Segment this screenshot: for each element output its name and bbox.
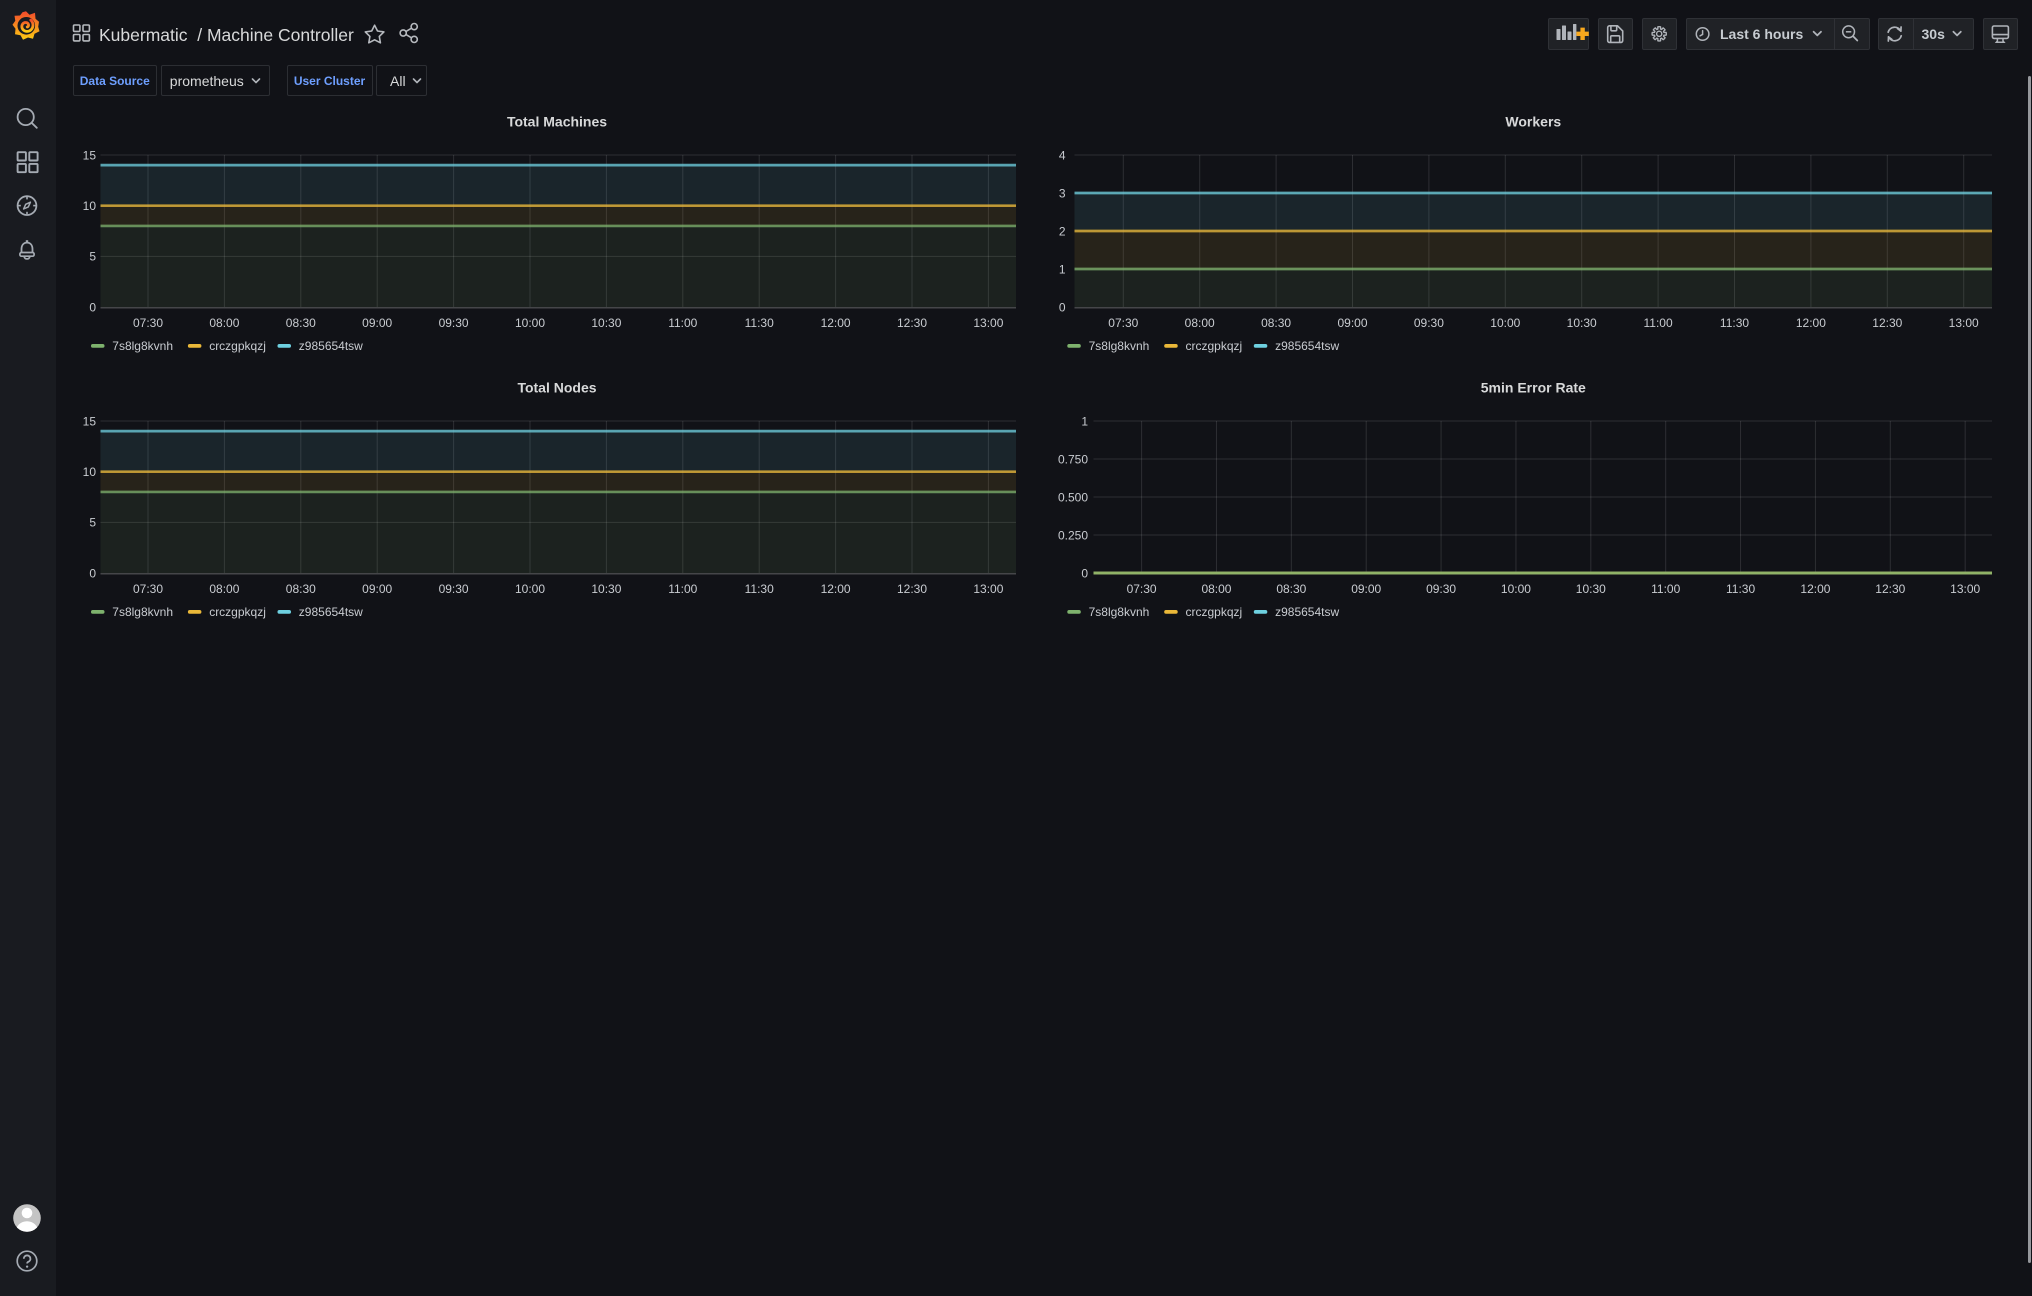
svg-text:1: 1 [1059, 262, 1066, 276]
svg-text:11:00: 11:00 [668, 582, 697, 596]
svg-text:07:30: 07:30 [133, 316, 163, 330]
svg-text:08:00: 08:00 [1201, 582, 1231, 596]
svg-text:0.500: 0.500 [1058, 490, 1088, 504]
svg-text:crczgpkqzj: crczgpkqzj [1186, 605, 1243, 619]
svg-text:13:00: 13:00 [1950, 582, 1980, 596]
svg-text:11:30: 11:30 [745, 316, 774, 330]
svg-text:7s8lg8kvnh: 7s8lg8kvnh [112, 605, 173, 619]
svg-text:7s8lg8kvnh: 7s8lg8kvnh [1089, 339, 1150, 353]
svg-text:12:30: 12:30 [897, 582, 927, 596]
svg-text:11:30: 11:30 [1720, 316, 1749, 330]
svg-text:10:00: 10:00 [1501, 582, 1531, 596]
svg-text:11:00: 11:00 [1644, 316, 1673, 330]
svg-text:12:00: 12:00 [821, 582, 851, 596]
svg-text:08:30: 08:30 [286, 582, 316, 596]
svg-text:11:30: 11:30 [745, 582, 774, 596]
svg-text:09:30: 09:30 [1414, 316, 1444, 330]
svg-text:08:00: 08:00 [209, 316, 239, 330]
svg-text:09:00: 09:00 [362, 316, 392, 330]
svg-text:12:00: 12:00 [1796, 316, 1826, 330]
svg-text:7s8lg8kvnh: 7s8lg8kvnh [1089, 605, 1150, 619]
svg-text:0.250: 0.250 [1058, 528, 1088, 542]
svg-text:08:00: 08:00 [209, 582, 239, 596]
svg-text:12:00: 12:00 [1800, 582, 1830, 596]
svg-text:5: 5 [89, 250, 96, 264]
svg-text:Total Nodes: Total Nodes [517, 380, 596, 396]
svg-text:12:30: 12:30 [897, 316, 927, 330]
svg-text:08:30: 08:30 [286, 316, 316, 330]
svg-text:z985654tsw: z985654tsw [1275, 339, 1339, 353]
svg-text:1: 1 [1081, 414, 1088, 428]
svg-text:07:30: 07:30 [1127, 582, 1157, 596]
svg-text:09:30: 09:30 [439, 316, 469, 330]
svg-text:0: 0 [1081, 566, 1088, 580]
svg-text:12:30: 12:30 [1872, 316, 1902, 330]
svg-text:11:30: 11:30 [1726, 582, 1755, 596]
svg-text:13:00: 13:00 [1949, 316, 1979, 330]
svg-text:10:30: 10:30 [591, 582, 621, 596]
svg-text:10:00: 10:00 [515, 582, 545, 596]
svg-text:5min Error Rate: 5min Error Rate [1481, 380, 1586, 396]
svg-text:10:30: 10:30 [1567, 316, 1597, 330]
svg-text:10:00: 10:00 [1490, 316, 1520, 330]
svg-text:7s8lg8kvnh: 7s8lg8kvnh [112, 339, 173, 353]
svg-text:09:30: 09:30 [1426, 582, 1456, 596]
svg-text:09:00: 09:00 [1351, 582, 1381, 596]
svg-text:z985654tsw: z985654tsw [299, 605, 363, 619]
svg-text:11:00: 11:00 [1651, 582, 1680, 596]
svg-text:3: 3 [1059, 186, 1066, 200]
svg-text:10:30: 10:30 [1576, 582, 1606, 596]
svg-text:crczgpkqzj: crczgpkqzj [209, 605, 266, 619]
svg-text:09:30: 09:30 [439, 582, 469, 596]
svg-text:4: 4 [1059, 148, 1066, 162]
svg-text:07:30: 07:30 [133, 582, 163, 596]
svg-text:11:00: 11:00 [668, 316, 697, 330]
svg-text:15: 15 [83, 148, 97, 162]
svg-text:crczgpkqzj: crczgpkqzj [1186, 339, 1243, 353]
svg-text:0.750: 0.750 [1058, 452, 1088, 466]
svg-text:13:00: 13:00 [973, 316, 1003, 330]
svg-text:10: 10 [83, 465, 97, 479]
svg-text:07:30: 07:30 [1108, 316, 1138, 330]
svg-text:10:00: 10:00 [515, 316, 545, 330]
svg-text:09:00: 09:00 [1337, 316, 1367, 330]
svg-text:crczgpkqzj: crczgpkqzj [209, 339, 266, 353]
svg-text:10:30: 10:30 [591, 316, 621, 330]
svg-text:0: 0 [1059, 300, 1066, 314]
svg-text:15: 15 [83, 414, 97, 428]
svg-text:z985654tsw: z985654tsw [1275, 605, 1339, 619]
svg-text:0: 0 [89, 300, 96, 314]
svg-text:5: 5 [89, 516, 96, 530]
svg-text:12:00: 12:00 [821, 316, 851, 330]
svg-text:10: 10 [83, 199, 97, 213]
svg-text:08:00: 08:00 [1185, 316, 1215, 330]
svg-text:0: 0 [89, 566, 96, 580]
svg-text:12:30: 12:30 [1875, 582, 1905, 596]
svg-text:08:30: 08:30 [1276, 582, 1306, 596]
svg-text:z985654tsw: z985654tsw [299, 339, 363, 353]
svg-text:13:00: 13:00 [973, 582, 1003, 596]
svg-text:2: 2 [1059, 224, 1066, 238]
svg-text:09:00: 09:00 [362, 582, 392, 596]
svg-text:08:30: 08:30 [1261, 316, 1291, 330]
